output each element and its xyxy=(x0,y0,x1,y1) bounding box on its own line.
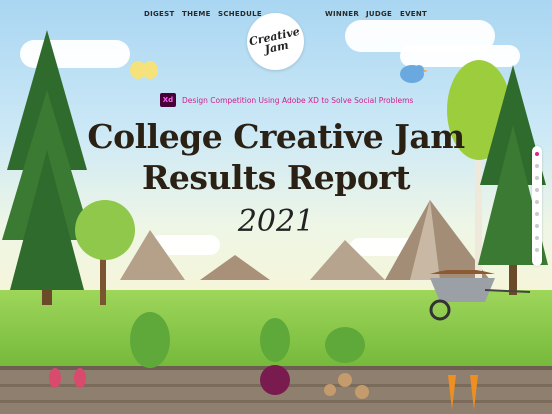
nav-winner[interactable]: WINNER xyxy=(325,10,359,18)
nav-digest[interactable]: DIGEST xyxy=(144,10,175,18)
section-dot[interactable] xyxy=(535,224,539,228)
report-year: 2021 xyxy=(237,204,315,239)
bluebird xyxy=(400,65,427,83)
page-title-line1: College Creative Jam xyxy=(87,117,465,156)
creative-jam-logo[interactable]: Creative Jam xyxy=(247,13,304,70)
page-title-line2: Results Report xyxy=(142,158,410,197)
nav-theme[interactable]: THEME xyxy=(182,10,211,18)
section-dot[interactable] xyxy=(535,236,539,240)
competition-tagline: Xd Design Competition Using Adobe XD to … xyxy=(160,93,413,107)
vegetable-garden xyxy=(49,312,478,410)
section-dot[interactable] xyxy=(535,212,539,216)
section-dot[interactable] xyxy=(535,164,539,168)
logo-text: Creative Jam xyxy=(247,24,301,56)
section-dot[interactable] xyxy=(535,248,539,252)
nav-schedule[interactable]: SCHEDULE xyxy=(218,10,262,18)
tagline-text: Design Competition Using Adobe XD to Sol… xyxy=(182,95,414,105)
adobe-xd-icon: Xd xyxy=(160,93,176,107)
section-dot[interactable] xyxy=(535,152,539,156)
nav-judge[interactable]: JUDGE xyxy=(366,10,392,18)
butterfly xyxy=(130,61,158,79)
section-scroll-nav xyxy=(532,146,542,266)
section-dot[interactable] xyxy=(535,200,539,204)
section-dot[interactable] xyxy=(535,188,539,192)
section-dot[interactable] xyxy=(535,176,539,180)
nav-event[interactable]: EVENT xyxy=(400,10,427,18)
